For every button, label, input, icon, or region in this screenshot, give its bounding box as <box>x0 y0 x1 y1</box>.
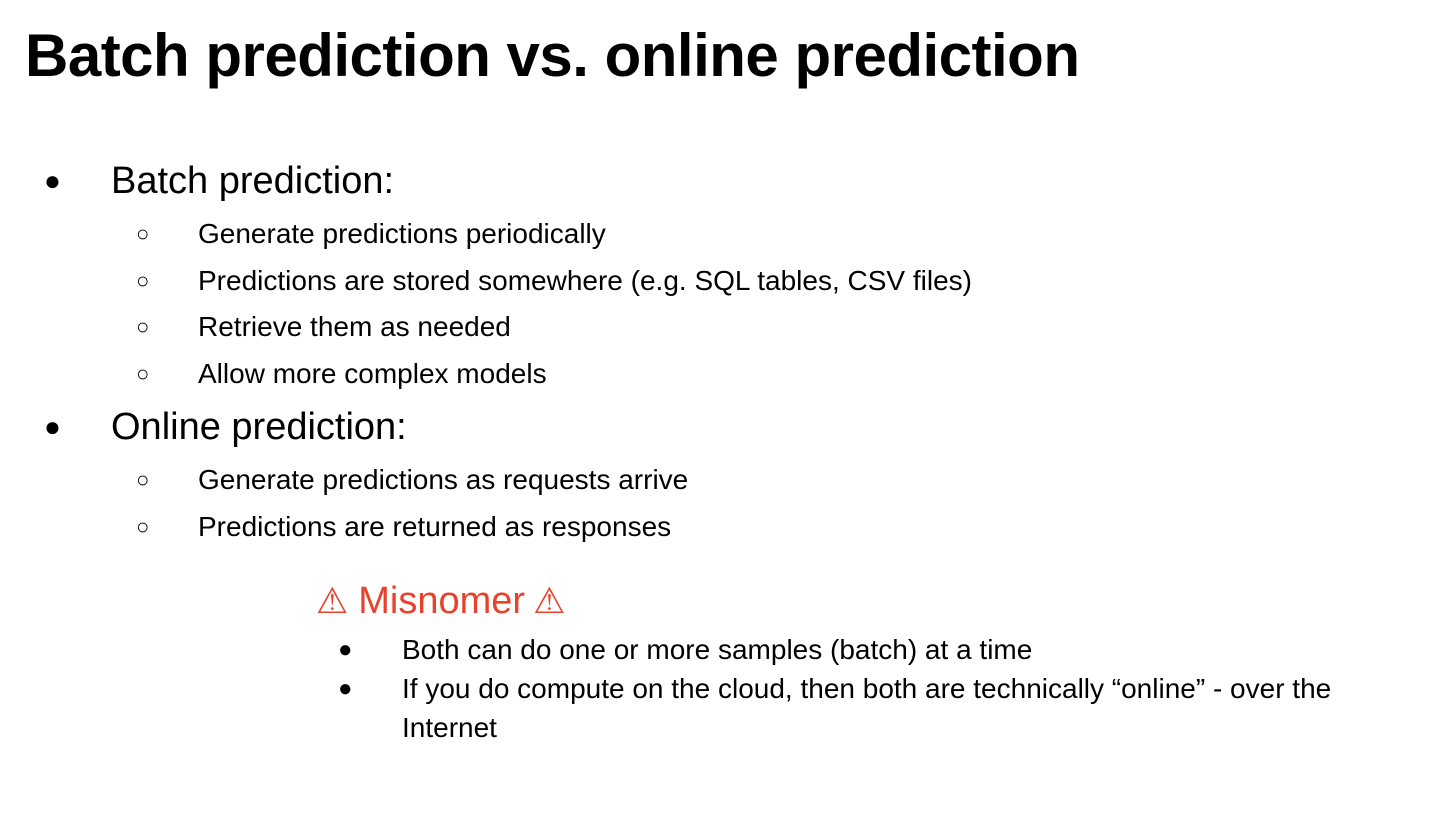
sub-bullet-circle: ○ <box>136 221 150 246</box>
misnomer-label: Misnomer <box>358 580 526 622</box>
section-label-batch: Batch prediction: <box>111 160 395 202</box>
sub-bullet-circle: ○ <box>136 467 150 492</box>
section-label-online: Online prediction: <box>111 406 407 448</box>
sub-bullet-text: Predictions are stored somewhere (e.g. S… <box>198 265 972 296</box>
slide-title: Batch prediction vs. online prediction <box>25 22 1080 89</box>
misnomer-heading: ⚠ Misnomer ⚠ <box>316 576 565 626</box>
sub-bullet-circle: ○ <box>136 268 150 293</box>
warning-icon: ⚠ <box>316 580 349 621</box>
sub-bullet-circle: ○ <box>136 514 150 539</box>
sub-bullet-text: Allow more complex models <box>198 358 547 389</box>
sub-bullet-text: Retrieve them as needed <box>198 311 511 342</box>
sub-bullet-circle: ○ <box>136 361 150 386</box>
warning-icon: ⚠ <box>533 580 566 621</box>
sub-bullet-circle: ○ <box>136 314 150 339</box>
bullet-dot: ● <box>44 165 61 196</box>
bullet-dot: ● <box>338 636 353 663</box>
sub-bullet-text: Predictions are returned as responses <box>198 511 672 542</box>
sub-bullet-text: Generate predictions periodically <box>198 218 606 249</box>
misnomer-item-text: Both can do one or more samples (batch) … <box>402 634 1033 665</box>
misnomer-item-text: If you do compute on the cloud, then bot… <box>402 673 1332 743</box>
bullet-dot: ● <box>338 675 353 702</box>
bullet-dot: ● <box>44 411 61 442</box>
sub-bullet-text: Generate predictions as requests arrive <box>198 464 689 495</box>
